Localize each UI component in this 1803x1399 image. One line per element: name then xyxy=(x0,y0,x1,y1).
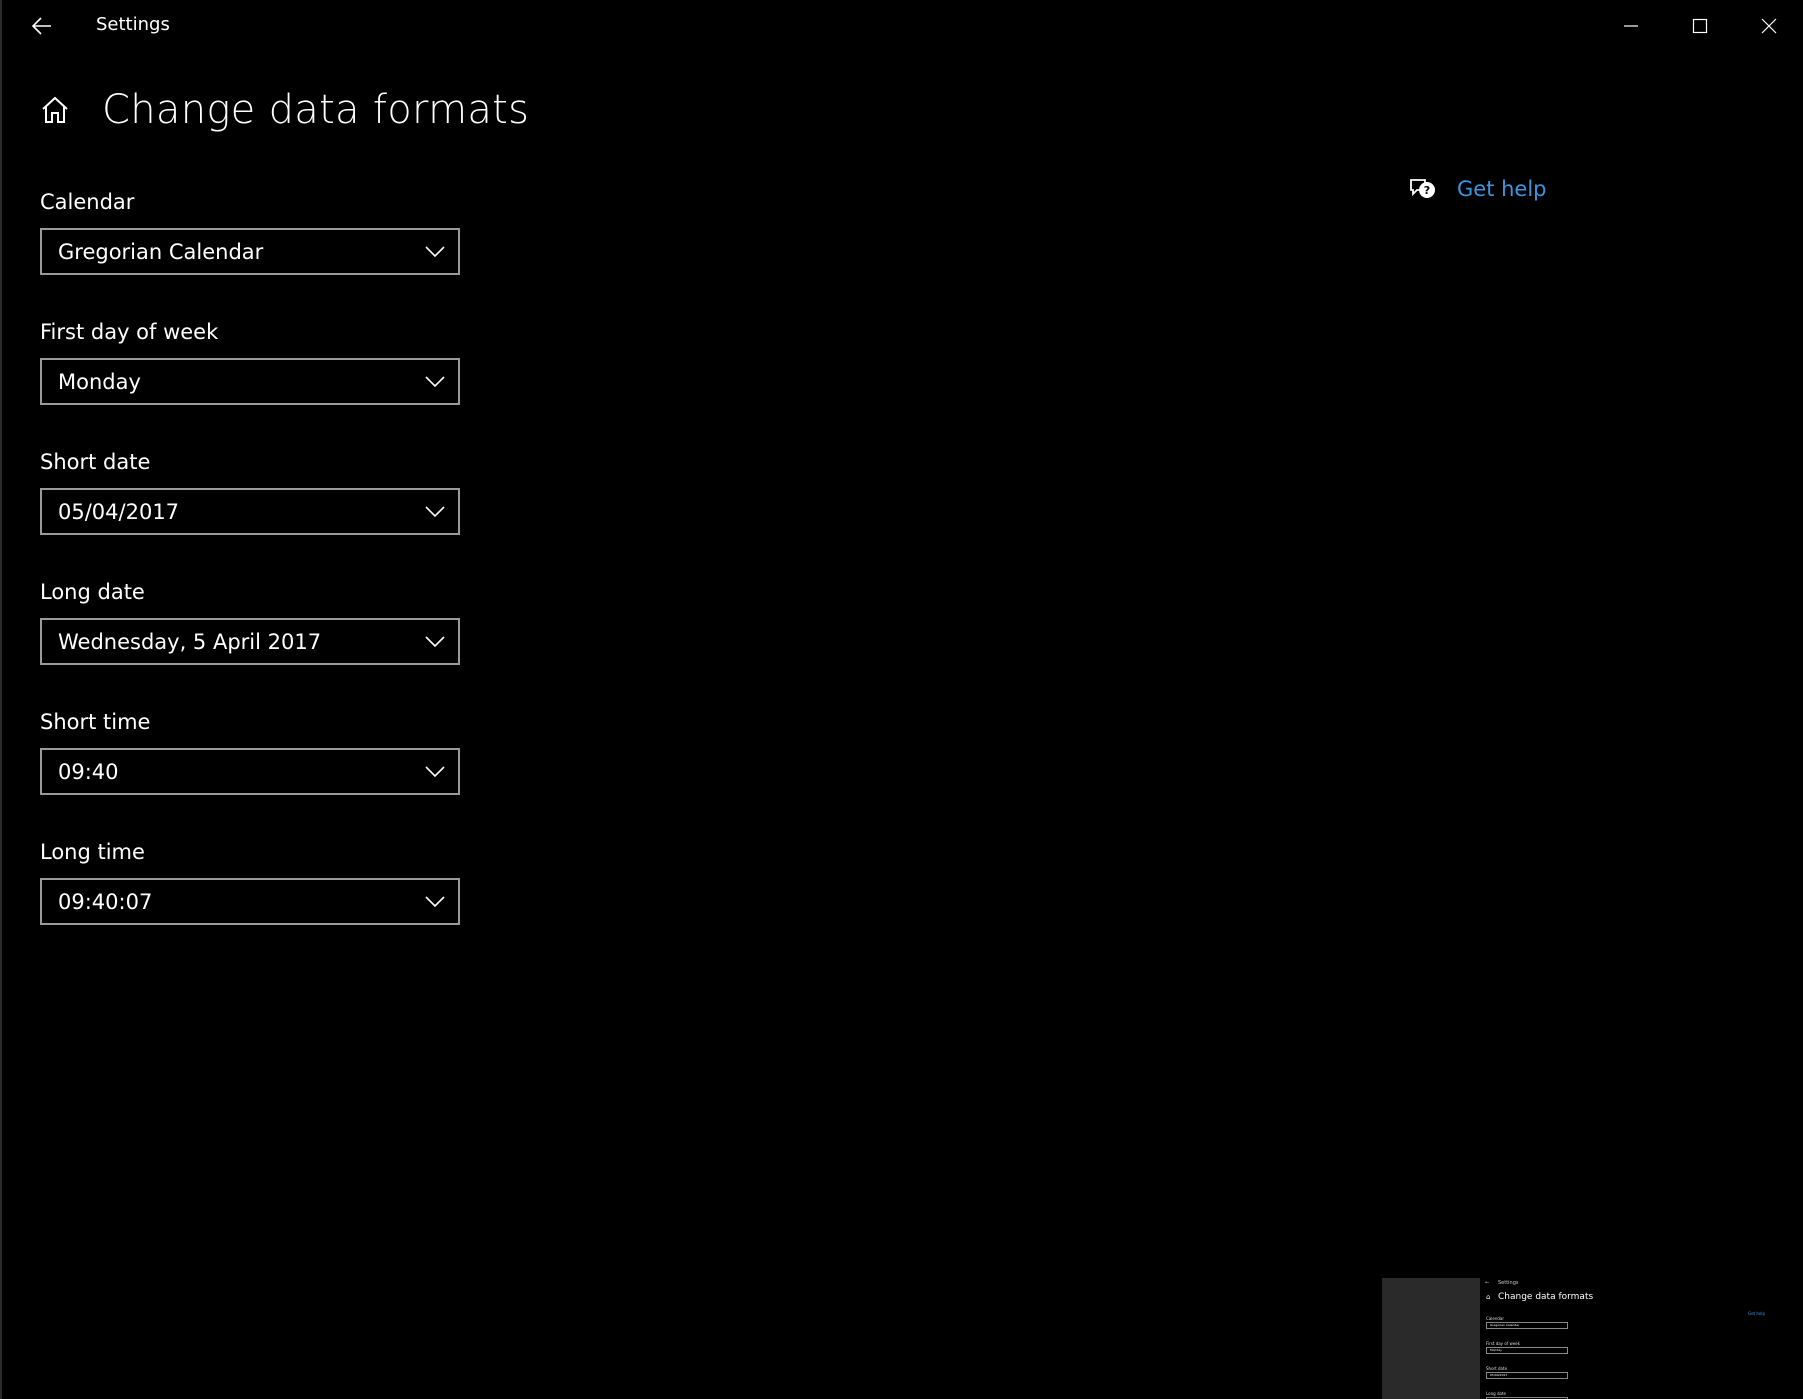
thumbnail-field-label: Short date xyxy=(1486,1366,1508,1371)
close-button[interactable] xyxy=(1734,0,1803,52)
long-date-label: Long date xyxy=(40,580,145,604)
long-time-label: Long time xyxy=(40,840,145,864)
chevron-down-icon xyxy=(424,892,446,912)
thumbnail-window-title: Settings xyxy=(1498,1280,1519,1286)
page-title: Change data formats xyxy=(102,87,530,133)
thumbnail-home-icon: ⌂ xyxy=(1486,1293,1491,1301)
home-icon xyxy=(42,96,68,123)
short-date-value: 05/04/2017 xyxy=(58,499,180,524)
title-bar: Settings xyxy=(2,0,1803,52)
window-title: Settings xyxy=(96,14,170,35)
calendar-value: Gregorian Calendar xyxy=(58,239,264,264)
long-time-value: 09:40:07 xyxy=(58,889,153,914)
thumbnail-combo: Monday xyxy=(1486,1347,1568,1354)
chat-help-icon: ? xyxy=(1407,174,1437,204)
long-date-dropdown[interactable]: Wednesday, 5 April 2017 xyxy=(40,618,460,665)
short-date-label: Short date xyxy=(40,450,151,474)
first-day-of-week-value: Monday xyxy=(58,369,141,394)
window-preview-thumbnail[interactable]: ← Settings ⌂ Change data formats Get hel… xyxy=(1382,1278,1803,1399)
thumbnail-field-label: Calendar xyxy=(1486,1316,1504,1321)
first-day-of-week-label: First day of week xyxy=(40,320,219,344)
first-day-of-week-field: First day of week Monday xyxy=(40,316,460,446)
long-date-field: Long date Wednesday, 5 April 2017 xyxy=(40,576,460,706)
back-arrow-icon xyxy=(32,17,51,35)
get-help-label[interactable]: Get help xyxy=(1457,177,1547,201)
short-time-field: Short time 09:40 xyxy=(40,706,460,836)
thumbnail-field-label: First day of week xyxy=(1486,1341,1520,1346)
thumbnail-desktop-area xyxy=(1382,1278,1480,1399)
get-help-link[interactable]: ? Get help xyxy=(1407,174,1547,204)
short-date-field: Short date 05/04/2017 xyxy=(40,446,460,576)
long-time-dropdown[interactable]: 09:40:07 xyxy=(40,878,460,925)
thumbnail-page-title: Change data formats xyxy=(1498,1292,1594,1302)
settings-window: Settings Change data formats ? Get help … xyxy=(0,0,1803,1399)
short-time-dropdown[interactable]: 09:40 xyxy=(40,748,460,795)
short-date-dropdown[interactable]: 05/04/2017 xyxy=(40,488,460,535)
chevron-down-icon xyxy=(424,372,446,392)
calendar-field: Calendar Gregorian Calendar xyxy=(40,186,460,316)
long-date-value: Wednesday, 5 April 2017 xyxy=(58,629,322,654)
maximize-icon xyxy=(1692,18,1707,34)
page-header: Change data formats xyxy=(38,80,529,140)
first-day-of-week-dropdown[interactable]: Monday xyxy=(40,358,460,405)
minimize-button[interactable] xyxy=(1596,0,1665,52)
chevron-down-icon xyxy=(424,242,446,262)
home-button[interactable] xyxy=(38,93,72,127)
thumbnail-combo: Gregorian Calendar xyxy=(1486,1322,1568,1329)
maximize-button[interactable] xyxy=(1665,0,1734,52)
calendar-dropdown[interactable]: Gregorian Calendar xyxy=(40,228,460,275)
minimize-icon xyxy=(1623,25,1638,27)
close-icon xyxy=(1761,18,1776,34)
thumbnail-field-label: Long date xyxy=(1486,1391,1506,1396)
thumbnail-help-link: Get help xyxy=(1748,1311,1766,1316)
chevron-down-icon xyxy=(424,502,446,522)
data-formats-form: Calendar Gregorian Calendar First day of… xyxy=(40,186,460,966)
chevron-down-icon xyxy=(424,762,446,782)
chevron-down-icon xyxy=(424,632,446,652)
window-controls xyxy=(1596,0,1803,52)
thumbnail-back-icon: ← xyxy=(1485,1280,1490,1286)
svg-text:?: ? xyxy=(1424,184,1430,197)
thumbnail-combo: 05/04/2017 xyxy=(1486,1372,1568,1379)
long-time-field: Long time 09:40:07 xyxy=(40,836,460,966)
thumbnail-window: ← Settings ⌂ Change data formats Get hel… xyxy=(1480,1278,1803,1399)
back-button[interactable] xyxy=(22,6,62,46)
short-time-value: 09:40 xyxy=(58,759,119,784)
calendar-label: Calendar xyxy=(40,190,135,214)
short-time-label: Short time xyxy=(40,710,151,734)
